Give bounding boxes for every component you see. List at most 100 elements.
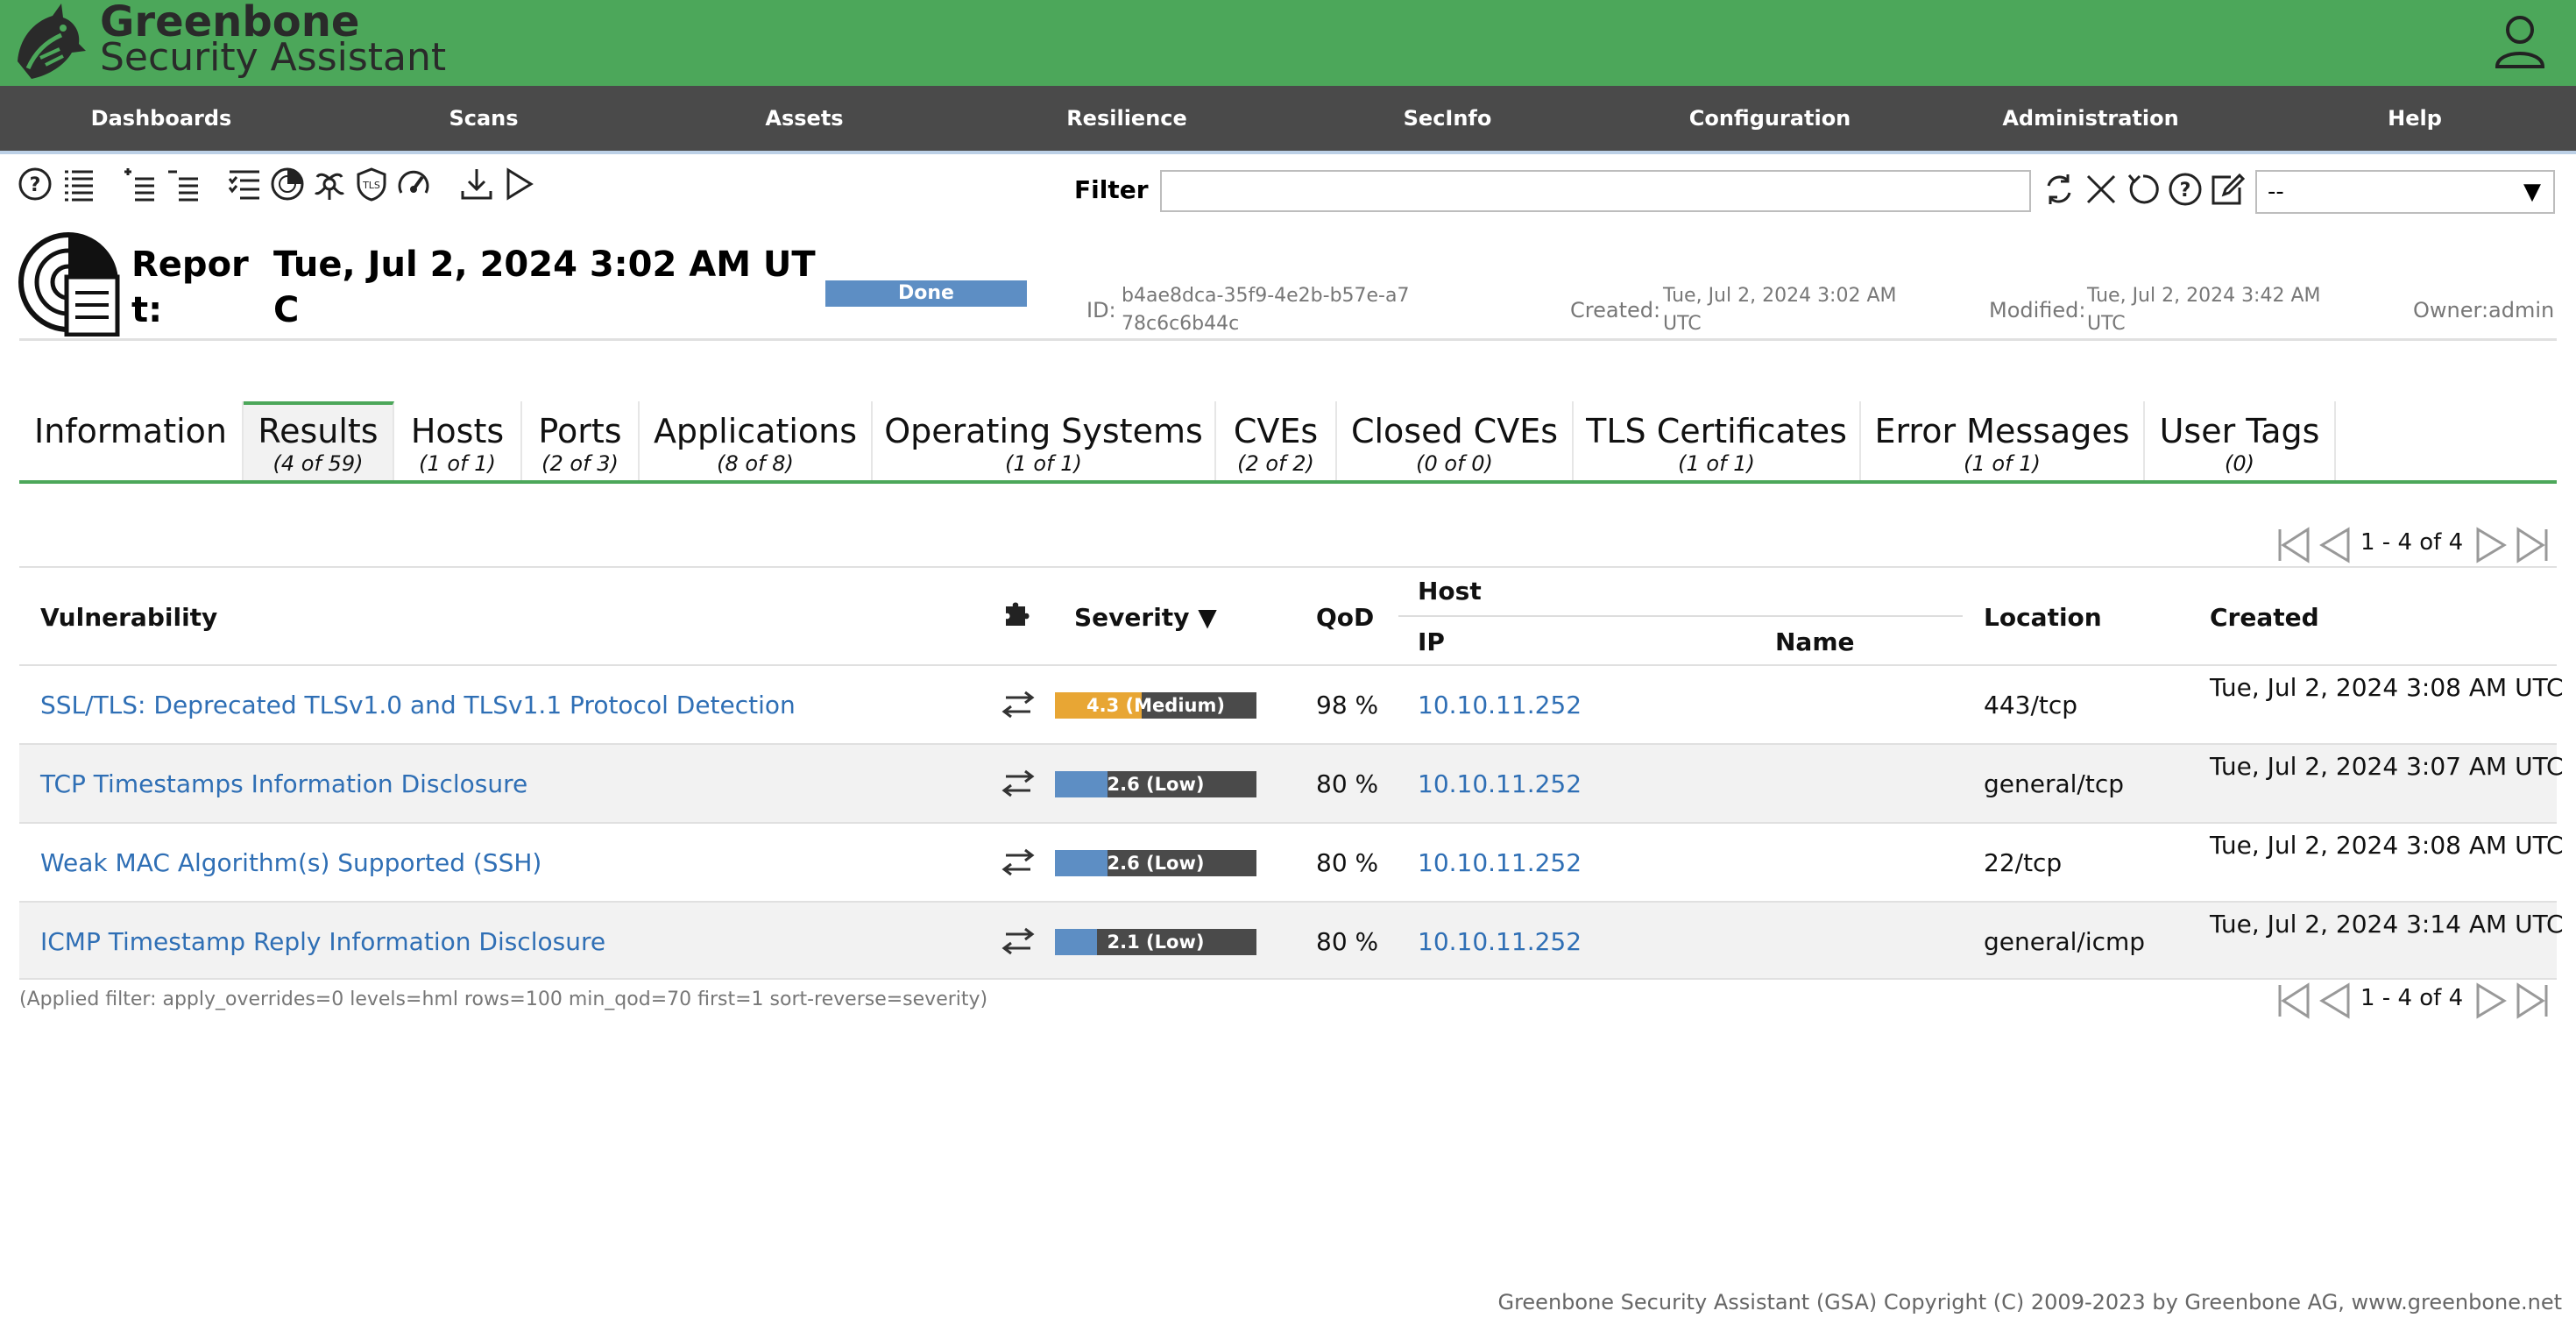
override-icon[interactable] xyxy=(1001,687,1036,722)
remove-from-assets-icon[interactable] xyxy=(166,167,202,202)
tab-tls-certificates[interactable]: TLS Certificates (1 of 1) xyxy=(1574,401,1861,480)
severity-fill xyxy=(1055,771,1108,797)
tab-closed-cves[interactable]: Closed CVEs (0 of 0) xyxy=(1337,401,1574,480)
tab-information[interactable]: Information xyxy=(19,401,244,480)
brand-subtitle: Security Assistant xyxy=(100,35,447,80)
menu-secinfo[interactable]: SecInfo xyxy=(1342,86,1553,151)
tab-operating-systems[interactable]: Operating Systems (1 of 1) xyxy=(873,401,1216,480)
created-label: Created: xyxy=(1570,298,1661,322)
next-page-icon[interactable] xyxy=(2473,526,2507,564)
severity-label: 2.6 (Low) xyxy=(1107,853,1205,874)
tab-label: Applications xyxy=(653,412,858,450)
tab-user-tags[interactable]: User Tags (0) xyxy=(2145,401,2336,480)
tab-ports[interactable]: Ports (2 of 3) xyxy=(522,401,640,480)
last-page-icon[interactable] xyxy=(2515,526,2550,564)
help-icon[interactable]: ? xyxy=(18,167,53,202)
filter-input[interactable] xyxy=(1160,170,2031,212)
qod-value: 80 % xyxy=(1316,769,1379,798)
vulnerability-link[interactable]: ICMP Timestamp Reply Information Disclos… xyxy=(40,927,605,956)
col-severity[interactable]: Severity ▼ xyxy=(1074,603,1217,632)
host-ip-link[interactable]: 10.10.11.252 xyxy=(1418,769,1582,798)
first-page-icon[interactable] xyxy=(2276,526,2311,564)
override-icon[interactable] xyxy=(1001,845,1036,880)
menu-help[interactable]: Help xyxy=(2310,86,2520,151)
vulnerability-link[interactable]: SSL/TLS: Deprecated TLSv1.0 and TLSv1.1 … xyxy=(40,691,796,719)
download-icon[interactable] xyxy=(459,167,494,202)
list-icon[interactable] xyxy=(61,167,96,202)
override-icon[interactable] xyxy=(1001,924,1036,959)
first-page-icon[interactable] xyxy=(2276,981,2311,1020)
qod-value: 98 % xyxy=(1316,691,1379,719)
trigger-alert-icon[interactable] xyxy=(501,167,536,202)
filter-select-value: -- xyxy=(2268,179,2284,205)
col-qod[interactable]: QoD xyxy=(1316,603,1374,632)
severity-fill xyxy=(1055,850,1108,876)
next-page-icon[interactable] xyxy=(2473,981,2507,1020)
vulnerability-link[interactable]: Weak MAC Algorithm(s) Supported (SSH) xyxy=(40,848,541,877)
tab-count: (0 of 0) xyxy=(1416,451,1493,476)
svg-text:TLS: TLS xyxy=(362,180,380,191)
menu-resilience[interactable]: Resilience xyxy=(1022,86,1232,151)
menu-scans[interactable]: Scans xyxy=(379,86,589,151)
tab-hosts[interactable]: Hosts (1 of 1) xyxy=(394,401,522,480)
task-details-icon[interactable] xyxy=(228,167,263,202)
created-value: Tue, Jul 2, 2024 3:14 AM UTC xyxy=(2210,910,2564,939)
tab-cves[interactable]: CVEs (2 of 2) xyxy=(1216,401,1337,480)
greenbone-dragon-logo[interactable] xyxy=(11,0,89,84)
user-icon[interactable] xyxy=(2494,14,2546,68)
pagination-text: 1 - 4 of 4 xyxy=(2360,529,2464,556)
tab-count: (8 of 8) xyxy=(717,451,794,476)
footer-copyright: Greenbone Security Assistant (GSA) Copyr… xyxy=(1497,1290,2562,1314)
location-value: general/icmp xyxy=(1984,927,2146,956)
help-icon[interactable]: ? xyxy=(2168,172,2203,207)
location-value: general/tcp xyxy=(1984,769,2125,798)
tab-applications[interactable]: Applications (8 of 8) xyxy=(640,401,873,480)
add-to-assets-icon[interactable] xyxy=(123,167,158,202)
reset-icon[interactable] xyxy=(2126,172,2161,207)
menu-assets[interactable]: Assets xyxy=(699,86,909,151)
tab-count: (1 of 1) xyxy=(419,451,496,476)
severity-bar: 4.3 (Medium) xyxy=(1055,692,1256,719)
report-tabs: Information Results (4 of 59) Hosts (1 o… xyxy=(19,401,2557,484)
col-ip[interactable]: IP xyxy=(1418,627,1445,656)
owner-label: Owner: xyxy=(2413,298,2489,322)
tab-label: User Tags xyxy=(2159,412,2320,450)
tab-error-messages[interactable]: Error Messages (1 of 1) xyxy=(1861,401,2145,480)
owner-value: admin xyxy=(2488,298,2555,322)
previous-page-icon[interactable] xyxy=(2318,526,2350,564)
col-host: Host xyxy=(1418,577,1482,606)
clear-icon[interactable] xyxy=(2084,172,2119,207)
refresh-icon[interactable] xyxy=(2042,172,2077,207)
previous-page-icon[interactable] xyxy=(2318,981,2350,1020)
performance-icon[interactable] xyxy=(396,167,431,202)
col-name[interactable]: Name xyxy=(1775,627,1855,656)
tab-count: (0) xyxy=(2225,451,2254,476)
edit-filter-icon[interactable] xyxy=(2210,172,2245,207)
pagination-text: 1 - 4 of 4 xyxy=(2360,985,2464,1011)
delta-report-icon[interactable] xyxy=(270,167,305,202)
menu-configuration[interactable]: Configuration xyxy=(1647,86,1893,151)
tab-label: Results xyxy=(258,412,379,450)
tls-certificate-icon[interactable]: TLS xyxy=(354,167,389,202)
col-location[interactable]: Location xyxy=(1984,603,2102,632)
id-value: b4ae8dca-35f9-4e2b-b57e-a778c6c6b44c xyxy=(1122,285,1410,335)
override-icon[interactable] xyxy=(1001,766,1036,801)
filter-select[interactable]: -- ▼ xyxy=(2255,170,2555,214)
host-ip-link[interactable]: 10.10.11.252 xyxy=(1418,927,1582,956)
last-page-icon[interactable] xyxy=(2515,981,2550,1020)
severity-bar: 2.6 (Low) xyxy=(1055,771,1256,797)
menu-administration[interactable]: Administration xyxy=(1968,86,2213,151)
tab-count: (2 of 3) xyxy=(541,451,619,476)
tab-label: Operating Systems xyxy=(884,412,1203,450)
tab-results[interactable]: Results (4 of 59) xyxy=(244,401,394,480)
host-ip-link[interactable]: 10.10.11.252 xyxy=(1418,848,1582,877)
vulnerabilities-icon[interactable] xyxy=(312,167,347,202)
col-created[interactable]: Created xyxy=(2210,603,2319,632)
host-ip-link[interactable]: 10.10.11.252 xyxy=(1418,691,1582,719)
tab-label: Error Messages xyxy=(1874,412,2130,450)
menu-dashboards[interactable]: Dashboards xyxy=(56,86,266,151)
col-vulnerability[interactable]: Vulnerability xyxy=(40,603,217,632)
tab-count: (4 of 59) xyxy=(272,451,364,476)
tab-label: Hosts xyxy=(410,412,505,450)
vulnerability-link[interactable]: TCP Timestamps Information Disclosure xyxy=(40,769,527,798)
